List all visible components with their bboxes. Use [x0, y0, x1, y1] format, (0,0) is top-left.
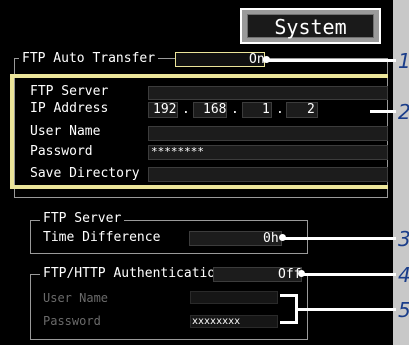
ftp-server-section-label: FTP Server — [30, 84, 109, 99]
ip-separator: . — [231, 102, 239, 117]
save-directory-field[interactable] — [148, 167, 388, 182]
ip-address-label: IP Address — [30, 101, 109, 116]
authentication-group — [30, 274, 308, 340]
callout-5: 5 — [398, 299, 409, 321]
ftp-server-field[interactable] — [148, 86, 388, 100]
ip-separator: . — [182, 102, 190, 117]
callout-4: 4 — [398, 264, 409, 286]
user-name-field[interactable] — [148, 126, 388, 141]
callout-4-line — [303, 273, 396, 276]
scrollbar[interactable] — [388, 60, 393, 345]
callout-3-line — [284, 237, 396, 240]
ip-octet-2: 168 — [203, 102, 227, 117]
auth-password-label: Password — [43, 314, 101, 328]
callout-1: 1 — [398, 50, 409, 72]
auth-password-value: xxxxxxxx — [192, 316, 241, 327]
password-label: Password — [30, 144, 93, 159]
ip-octet-4: 2 — [307, 102, 315, 117]
settings-panel: System FTP Auto Transfer On FTP Server I… — [0, 0, 393, 345]
ip-octet-3: 1 — [262, 102, 270, 117]
auto-transfer-label: FTP Auto Transfer — [19, 51, 159, 67]
auth-user-name-label: User Name — [43, 291, 109, 305]
callout-5-line — [298, 308, 396, 311]
callout-2-line — [370, 110, 396, 113]
time-group-title: FTP Server — [40, 211, 125, 227]
callout-2: 2 — [398, 101, 409, 123]
system-tab[interactable]: System — [240, 8, 381, 44]
user-name-label: User Name — [30, 124, 101, 139]
callout-1-line — [268, 59, 396, 62]
password-value: ******** — [151, 145, 204, 158]
save-directory-label: Save Directory — [30, 166, 140, 181]
time-difference-label: Time Difference — [43, 230, 161, 245]
callout-3: 3 — [398, 228, 409, 250]
system-tab-label: System — [247, 14, 374, 39]
auth-user-name-field — [190, 291, 278, 304]
auth-group-title: FTP/HTTP Authentication — [40, 266, 227, 282]
ip-octet-1: 192 — [153, 102, 177, 117]
time-difference-value: 0h — [263, 231, 279, 246]
ip-separator: . — [276, 102, 284, 117]
